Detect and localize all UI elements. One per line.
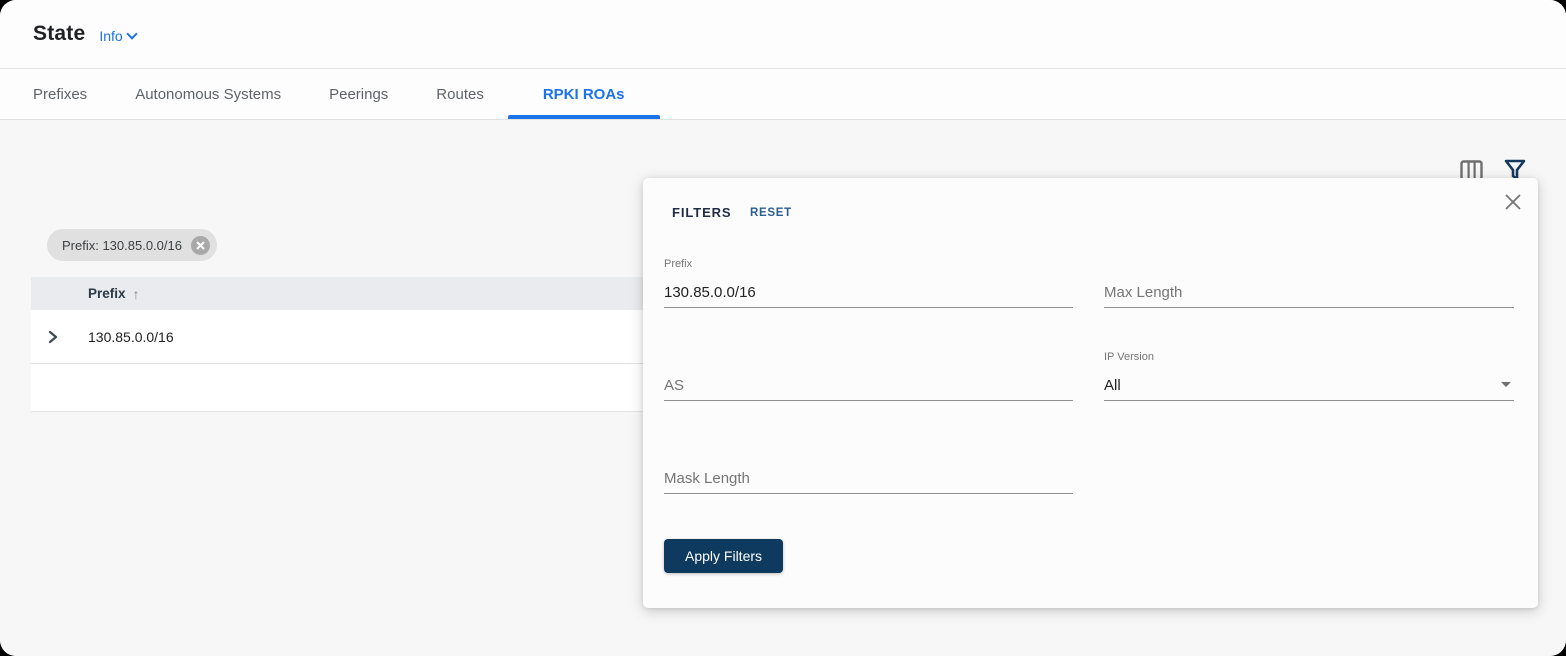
filter-chip[interactable]: Prefix: 130.85.0.0/16 [47,229,217,261]
tab-prefixes[interactable]: Prefixes [9,69,111,119]
chip-remove-icon[interactable] [190,235,210,255]
as-field [664,351,1073,401]
app-window: State Info Prefixes Autonomous Systems P… [0,0,1566,656]
max-length-field [1104,258,1514,308]
column-header-prefix[interactable]: Prefix ↑ [88,286,140,302]
prefix-input[interactable] [664,277,1073,308]
prefix-field-label: Prefix [664,258,693,270]
ip-version-field: IP Version All [1104,351,1514,401]
ip-version-field-label: IP Version [1104,351,1154,363]
chevron-right-icon [48,330,58,343]
mask-length-input[interactable] [664,463,1073,494]
as-field-label [664,351,1073,364]
content-area: Prefix: 130.85.0.0/16 Prefix ↑ 130.85.0.… [0,120,1566,656]
tab-rpki-roas[interactable]: RPKI ROAs [507,69,660,119]
filter-chip-label: Prefix: 130.85.0.0/16 [62,237,182,253]
info-dropdown-link[interactable]: Info [99,27,138,44]
max-length-field-label [1104,258,1514,271]
mask-length-field-label [664,444,1073,457]
filters-panel-title: FILTERS [672,205,732,220]
ip-version-value: All [1104,376,1121,394]
ip-version-select[interactable]: All [1104,370,1514,401]
apply-filters-button[interactable]: Apply Filters [664,539,784,573]
page-header: State Info [0,0,1566,69]
as-input[interactable] [664,370,1073,401]
mask-length-field [664,444,1073,494]
chevron-down-icon [126,28,138,40]
tab-routes[interactable]: Routes [412,69,508,119]
dropdown-arrow-icon [1501,382,1511,387]
tab-autonomous-systems[interactable]: Autonomous Systems [111,69,305,119]
tabs-bar: Prefixes Autonomous Systems Peerings Rou… [0,69,1566,120]
max-length-input[interactable] [1104,277,1514,308]
column-header-label: Prefix [88,286,126,301]
info-label: Info [99,27,123,44]
close-icon[interactable] [1500,189,1526,215]
tab-peerings[interactable]: Peerings [305,69,412,119]
row-expand-button[interactable] [31,330,75,344]
sort-asc-icon: ↑ [132,285,140,302]
reset-button[interactable]: RESET [750,207,792,219]
prefix-field: Prefix [664,258,1073,308]
filters-panel: FILTERS RESET Prefix IP Version All [643,178,1538,608]
cell-prefix: 130.85.0.0/16 [88,328,174,345]
page-title: State [33,22,86,45]
